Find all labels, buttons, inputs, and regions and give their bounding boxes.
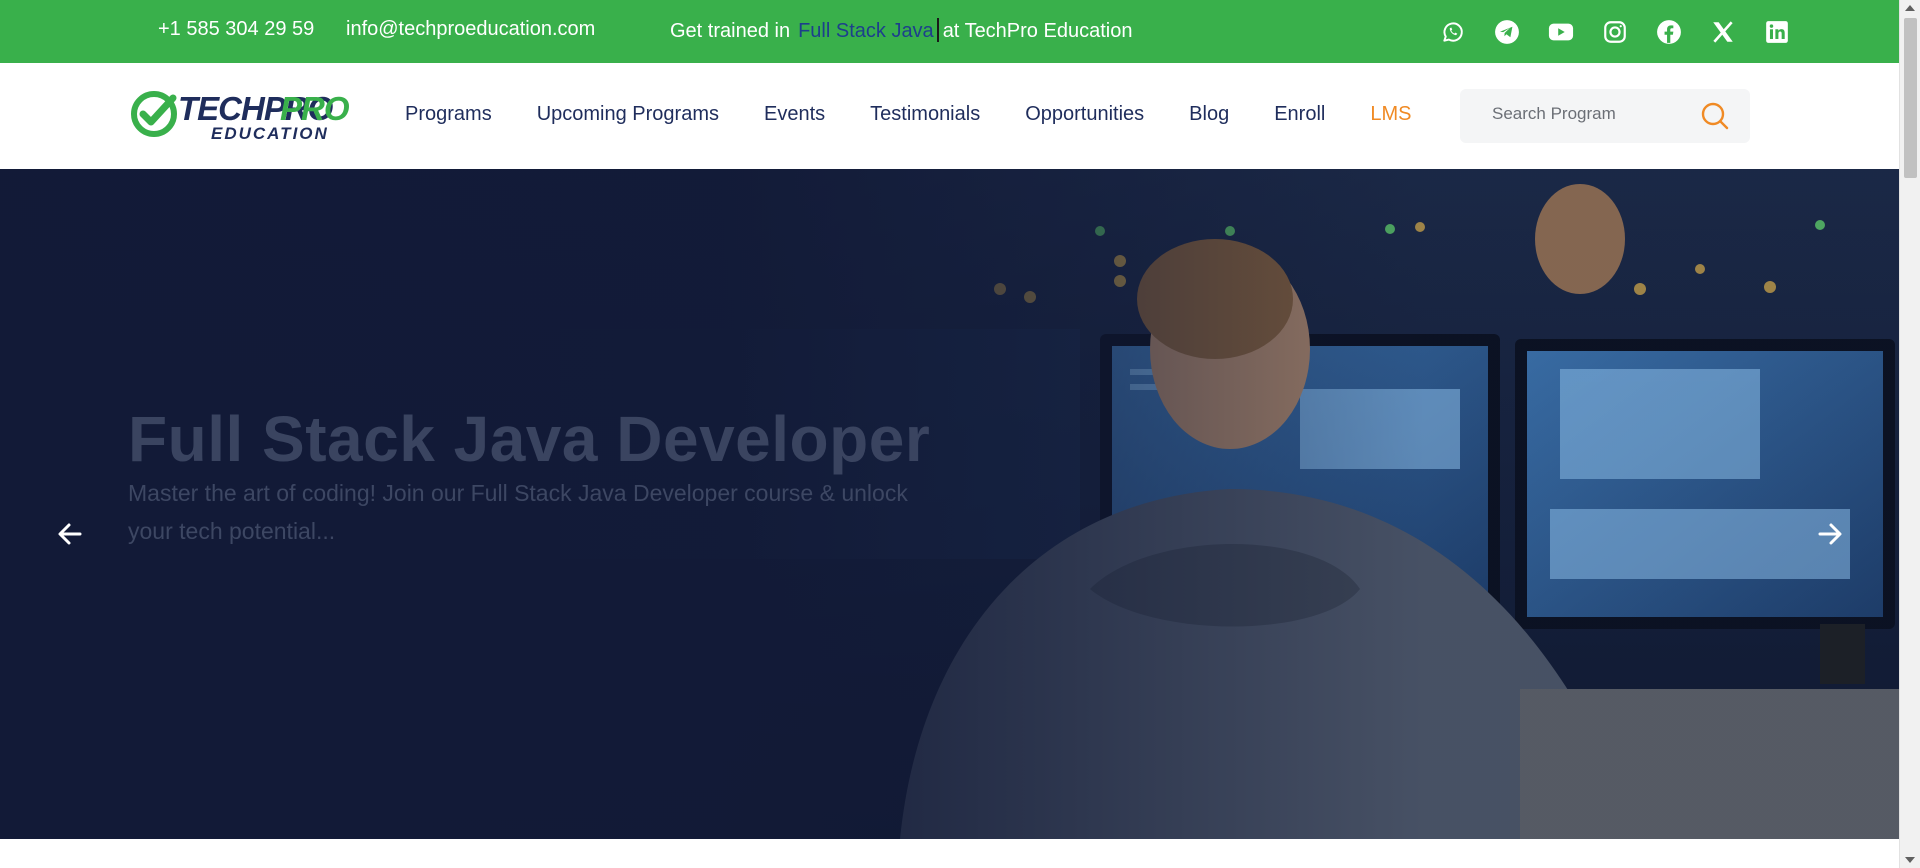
nav-programs[interactable]: Programs [405,103,492,126]
slider-next-arrow-icon[interactable] [1810,514,1850,554]
svg-text:PRO: PRO [280,90,350,127]
scrollbar-thumb[interactable] [1904,18,1917,178]
nav-upcoming-programs[interactable]: Upcoming Programs [537,103,719,126]
scroll-down-icon[interactable] [1905,857,1915,863]
scroll-up-icon[interactable] [1905,5,1915,11]
telegram-icon[interactable] [1489,17,1525,47]
search-icon[interactable] [1700,101,1730,131]
main-nav: Programs Upcoming Programs Events Testim… [405,103,1456,126]
whatsapp-icon[interactable] [1435,17,1471,47]
hero-description: Master the art of coding! Join our Full … [128,480,908,544]
page-scrollbar[interactable] [1899,0,1920,868]
tagline: Get trained in Full Stack Java at TechPro … [670,18,1132,43]
nav-blog[interactable]: Blog [1189,103,1229,126]
tagline-suffix: at TechPro Education [942,20,1133,42]
page-content-start [0,839,1899,868]
hero-slider: Full Stack Java Developer Master the art… [0,169,1899,839]
main-header: TECHPRO EDUCATION PRO Programs Upcoming … [0,63,1899,169]
search-input[interactable] [1492,104,1692,124]
techpro-logo[interactable]: TECHPRO EDUCATION PRO [130,87,366,145]
facebook-icon[interactable] [1651,17,1687,47]
nav-lms[interactable]: LMS [1370,103,1411,126]
nav-events[interactable]: Events [764,103,825,126]
x-icon[interactable] [1705,17,1741,47]
social-links [1435,17,1795,47]
nav-testimonials[interactable]: Testimonials [870,103,980,126]
tagline-prefix: Get trained in [670,20,791,42]
youtube-icon[interactable] [1543,17,1579,47]
typing-caret [936,18,939,42]
linkedin-icon[interactable] [1759,17,1795,47]
email-address[interactable]: info@techproeducation.com [346,18,595,41]
hero-title: Full Stack Java Developer [128,403,931,475]
top-contact-bar: +1 585 304 29 59 info@techproeducation.c… [0,0,1899,63]
slider-prev-arrow-icon[interactable] [50,514,90,554]
nav-opportunities[interactable]: Opportunities [1025,103,1144,126]
program-search [1460,89,1750,143]
tagline-highlight: Full Stack Java [798,20,934,42]
nav-enroll[interactable]: Enroll [1274,103,1325,126]
instagram-icon[interactable] [1597,17,1633,47]
phone-number[interactable]: +1 585 304 29 59 [158,18,314,41]
